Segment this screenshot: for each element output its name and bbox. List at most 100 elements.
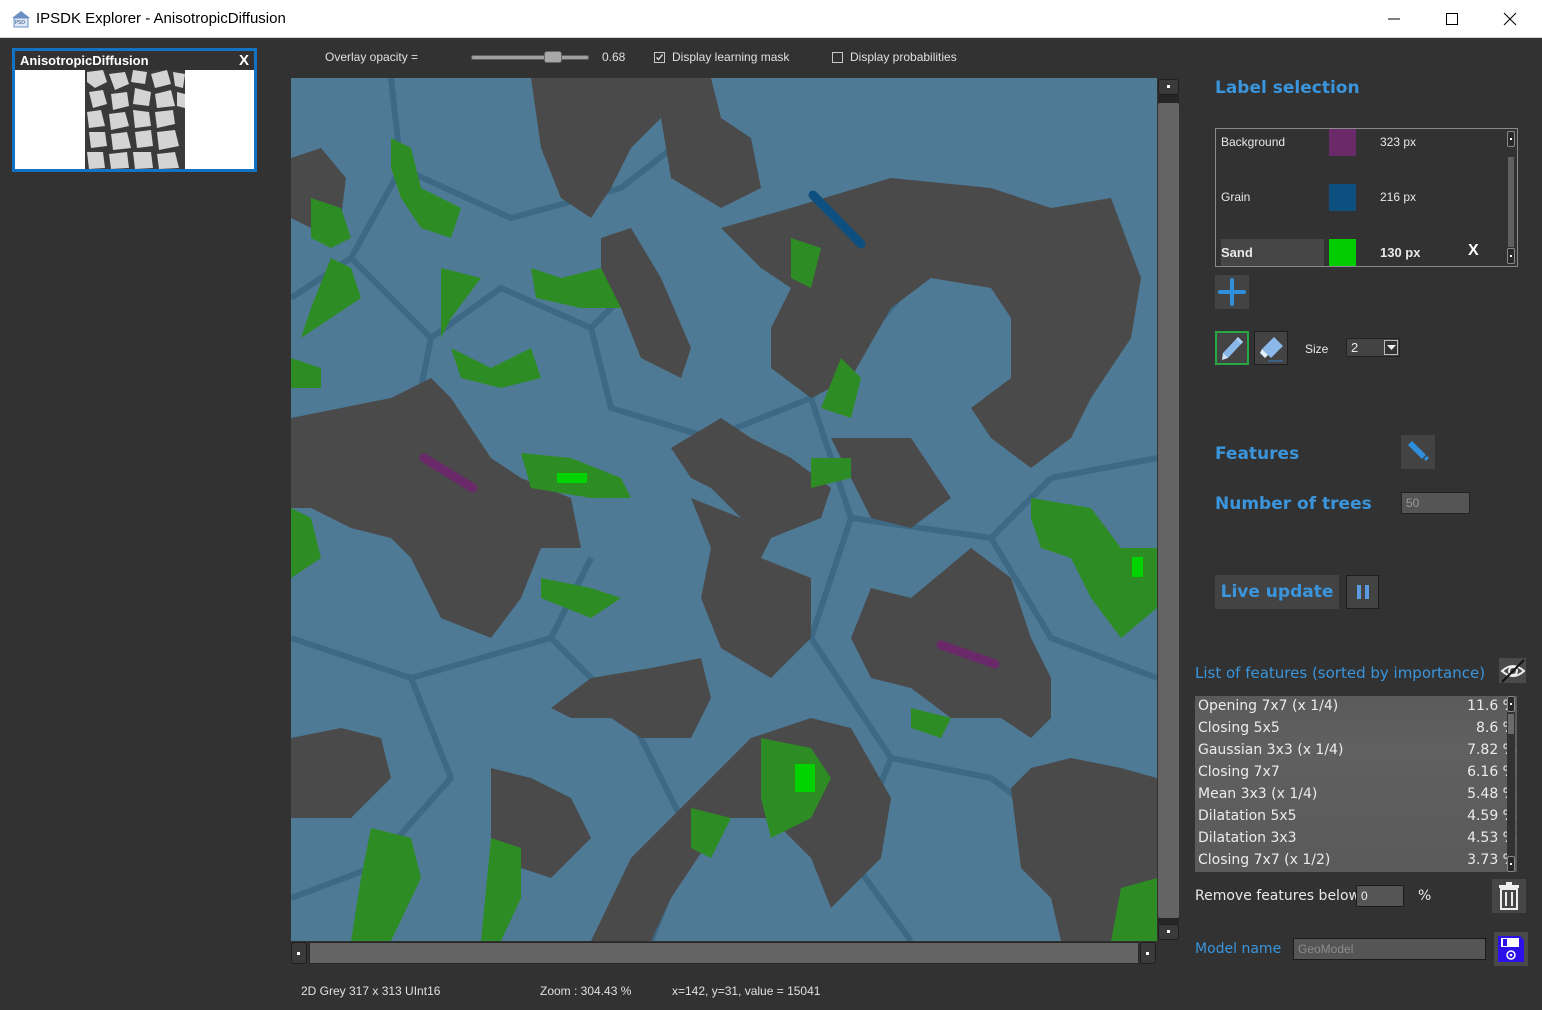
- remove-features-button[interactable]: [1492, 879, 1526, 913]
- scroll-down-button[interactable]: [1507, 856, 1515, 872]
- svg-text:PSD: PSD: [15, 20, 25, 26]
- save-model-button[interactable]: [1494, 932, 1528, 966]
- viewer-horizontal-scrollbar[interactable]: [291, 941, 1157, 965]
- model-name-label: Model name: [1195, 941, 1282, 957]
- display-learning-mask-label[interactable]: Display learning mask: [672, 50, 789, 64]
- delete-label-button[interactable]: X: [1468, 242, 1479, 260]
- feature-row[interactable]: Closing 5x5 8.6 %: [1195, 718, 1517, 740]
- thumbnail-header: AnisotropicDiffusion X: [15, 51, 254, 70]
- feature-row[interactable]: Closing 7x7 (x 1/2) 3.73 %: [1195, 850, 1517, 872]
- pencil-tool-button[interactable]: [1215, 331, 1249, 365]
- scroll-up-button[interactable]: [1507, 131, 1515, 147]
- label-list-scrollbar[interactable]: [1507, 131, 1515, 264]
- sand-stroke: [557, 473, 587, 483]
- edit-features-button[interactable]: [1401, 435, 1435, 469]
- vertical-scroll-handle[interactable]: [1158, 103, 1179, 918]
- sand-stroke: [1132, 557, 1143, 577]
- label-row-grain[interactable]: Grain 216 px: [1216, 184, 1506, 212]
- eraser-icon: [1260, 337, 1283, 362]
- label-pixel-count: 216 px: [1380, 190, 1417, 204]
- live-update-button[interactable]: Live update: [1215, 575, 1339, 609]
- feature-importance-list: Opening 7x7 (x 1/4) 11.6 % Closing 5x5 8…: [1195, 696, 1517, 872]
- brush-size-select[interactable]: 2: [1346, 338, 1400, 357]
- minimize-button[interactable]: [1365, 0, 1423, 38]
- close-icon: [1503, 12, 1517, 26]
- label-color-swatch[interactable]: [1329, 239, 1356, 266]
- toggle-feature-visibility-button[interactable]: [1499, 658, 1526, 683]
- number-of-trees-input[interactable]: 50: [1401, 492, 1470, 514]
- chevron-down-icon: [1387, 345, 1396, 350]
- label-pixel-count: 130 px: [1380, 245, 1421, 260]
- label-list-scroll-handle[interactable]: [1508, 157, 1514, 247]
- label-pixel-count: 323 px: [1380, 135, 1417, 149]
- add-label-button[interactable]: [1215, 275, 1249, 309]
- segmentation-overlay-image: [291, 78, 1157, 941]
- scroll-up-button[interactable]: [1507, 696, 1515, 712]
- horizontal-scroll-handle[interactable]: [309, 942, 1139, 964]
- feature-row[interactable]: Dilatation 3x3 4.53 %: [1195, 828, 1517, 850]
- trash-icon: [1499, 882, 1519, 910]
- ipsdk-logo-icon: PSD: [12, 11, 30, 28]
- label-color-swatch[interactable]: [1329, 129, 1356, 156]
- scroll-up-button[interactable]: [1158, 79, 1179, 95]
- scroll-down-button[interactable]: [1158, 924, 1179, 940]
- display-probabilities-label[interactable]: Display probabilities: [850, 50, 957, 64]
- brush-size-label: Size: [1305, 342, 1329, 356]
- feature-list-scroll-handle[interactable]: [1508, 714, 1514, 734]
- label-list: Background 323 px Grain 216 px Sand 130 …: [1215, 128, 1518, 267]
- overlay-opacity-slider[interactable]: [471, 55, 589, 60]
- dropdown-arrow[interactable]: [1384, 340, 1398, 355]
- plus-icon: [1218, 278, 1246, 306]
- scroll-right-button[interactable]: [1140, 942, 1156, 964]
- label-row-sand[interactable]: Sand 130 px X: [1216, 239, 1506, 267]
- viewer-toolbar: Overlay opacity = 0.68 Display learning …: [290, 44, 1170, 72]
- label-color-swatch[interactable]: [1329, 184, 1356, 211]
- remove-threshold-input[interactable]: 0: [1356, 885, 1404, 907]
- feature-row[interactable]: Mean 3x3 (x 1/4) 5.48 %: [1195, 784, 1517, 806]
- model-name-input[interactable]: GeoModel: [1293, 938, 1486, 960]
- remove-features-label: Remove features below: [1195, 888, 1360, 904]
- thumbnail-image: [85, 70, 185, 169]
- overlay-opacity-slider-handle[interactable]: [544, 51, 563, 63]
- sand-stroke: [795, 764, 815, 792]
- display-probabilities-checkbox[interactable]: [832, 52, 843, 63]
- feature-name: Closing 7x7: [1198, 764, 1280, 780]
- image-viewer-canvas[interactable]: [291, 78, 1157, 941]
- thumbnail-close-button[interactable]: X: [239, 51, 249, 70]
- eye-hidden-icon: [1500, 658, 1525, 683]
- pencil-icon: [1222, 337, 1243, 360]
- image-thumbnail[interactable]: AnisotropicDiffusion X: [12, 48, 257, 172]
- label-name: Grain: [1221, 190, 1251, 204]
- overlay-opacity-label: Overlay opacity =: [325, 50, 419, 64]
- feature-list-scrollbar[interactable]: [1507, 696, 1515, 872]
- feature-list-title: List of features (sorted by importance): [1195, 664, 1486, 682]
- overlay-opacity-value: 0.68: [602, 50, 626, 64]
- pause-button[interactable]: [1346, 575, 1379, 609]
- feature-row[interactable]: Dilatation 5x5 4.59 %: [1195, 806, 1517, 828]
- label-name[interactable]: Sand: [1221, 245, 1253, 260]
- maximize-button[interactable]: [1423, 0, 1481, 38]
- close-button[interactable]: [1481, 0, 1539, 38]
- label-selection-title: Label selection: [1215, 78, 1360, 98]
- feature-pencil-icon: [1408, 441, 1429, 461]
- scroll-down-button[interactable]: [1507, 248, 1515, 264]
- label-row-background[interactable]: Background 323 px: [1216, 129, 1506, 157]
- feature-name: Closing 5x5: [1198, 720, 1280, 736]
- scroll-left-button[interactable]: [291, 942, 307, 964]
- zoom-level: Zoom : 304.43 %: [540, 984, 632, 998]
- feature-row[interactable]: Gaussian 3x3 (x 1/4) 7.82 %: [1195, 740, 1517, 762]
- maximize-icon: [1446, 13, 1458, 25]
- percent-unit: %: [1418, 888, 1432, 904]
- feature-name: Dilatation 3x3: [1198, 830, 1297, 846]
- window-title: IPSDK Explorer - AnisotropicDiffusion: [36, 10, 286, 27]
- viewer-vertical-scrollbar[interactable]: [1157, 78, 1180, 941]
- thumbnail-title: AnisotropicDiffusion: [20, 53, 149, 68]
- checkmark-icon: [656, 54, 664, 61]
- feature-row[interactable]: Closing 7x7 6.16 %: [1195, 762, 1517, 784]
- brush-size-value: 2: [1351, 340, 1359, 355]
- eraser-tool-button[interactable]: [1254, 331, 1288, 365]
- image-info: 2D Grey 317 x 313 UInt16: [301, 984, 441, 998]
- feature-row[interactable]: Opening 7x7 (x 1/4) 11.6 %: [1195, 696, 1517, 718]
- display-learning-mask-checkbox[interactable]: [654, 52, 665, 63]
- label-name: Background: [1221, 135, 1286, 149]
